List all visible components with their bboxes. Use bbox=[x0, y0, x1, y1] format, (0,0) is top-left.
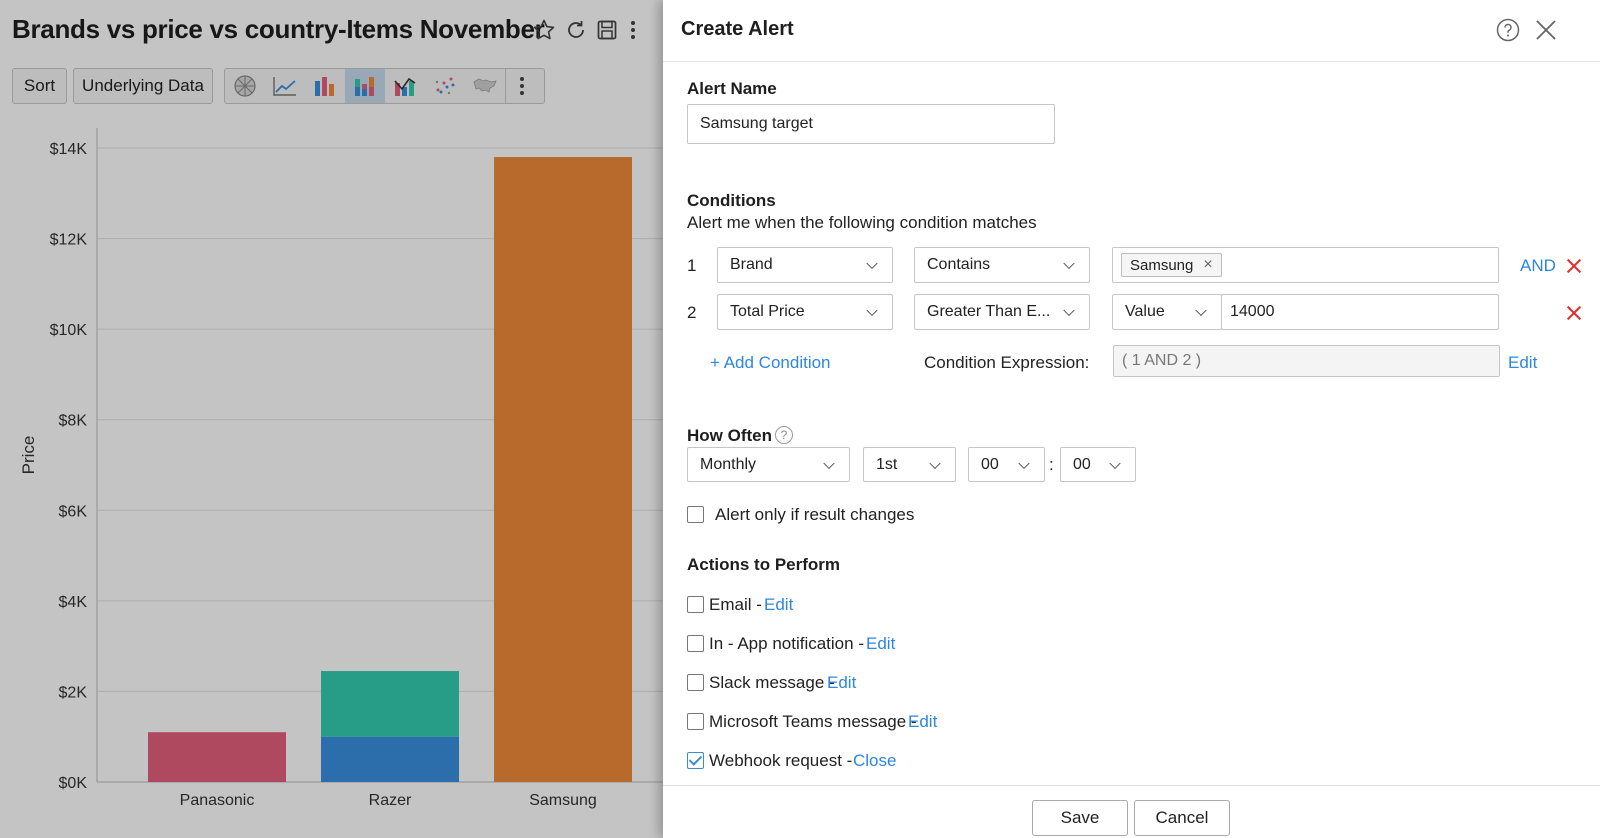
email-edit-link[interactable]: Edit bbox=[764, 595, 793, 615]
remove-condition-icon[interactable] bbox=[1566, 305, 1582, 321]
report-area: Brands vs price vs country-Items Novembe… bbox=[0, 0, 663, 838]
frequency-value: Monthly bbox=[700, 455, 757, 473]
panel-title: Create Alert bbox=[681, 18, 794, 40]
create-alert-panel: Create Alert Alert Name Samsung target C… bbox=[663, 0, 1600, 838]
inapp-action-label: In - App notification - bbox=[709, 634, 864, 653]
condition-operator-value: Contains bbox=[927, 256, 991, 273]
actions-label: Actions to Perform bbox=[687, 555, 841, 574]
condition-expression-input: ( 1 AND 2 ) bbox=[1113, 345, 1500, 377]
condition-value: 14000 bbox=[1230, 303, 1275, 320]
and-connector-link[interactable]: AND bbox=[1520, 256, 1556, 276]
email-action-checkbox[interactable] bbox=[687, 596, 704, 613]
teams-action-checkbox[interactable] bbox=[687, 713, 704, 730]
condition-field-value: Brand bbox=[730, 256, 773, 273]
hour-select[interactable]: 00 bbox=[968, 447, 1045, 482]
panel-header: Create Alert bbox=[663, 0, 1600, 62]
day-value: 1st bbox=[876, 455, 898, 473]
alert-name-label: Alert Name bbox=[687, 79, 777, 98]
panel-footer: Save Cancel bbox=[663, 785, 1600, 838]
alert-name-value: Samsung target bbox=[700, 115, 813, 132]
webhook-action-checkbox[interactable] bbox=[687, 752, 704, 769]
close-icon[interactable] bbox=[1533, 17, 1559, 43]
save-button[interactable]: Save bbox=[1032, 800, 1128, 836]
condition-value-input[interactable]: 14000 bbox=[1221, 294, 1499, 330]
result-changes-label: Alert only if result changes bbox=[715, 505, 915, 524]
condition-expression-value: ( 1 AND 2 ) bbox=[1122, 352, 1202, 369]
slack-edit-link[interactable]: Edit bbox=[827, 673, 856, 693]
condition-operator-value: Greater Than E... bbox=[927, 303, 1051, 320]
teams-edit-link[interactable]: Edit bbox=[908, 712, 937, 732]
condition-operator-select[interactable]: Greater Than E... bbox=[914, 294, 1090, 330]
condition-expression-label: Condition Expression: bbox=[924, 353, 1090, 372]
day-select[interactable]: 1st bbox=[863, 447, 956, 482]
inapp-edit-link[interactable]: Edit bbox=[866, 634, 895, 654]
result-changes-checkbox[interactable] bbox=[687, 506, 704, 523]
help-icon[interactable] bbox=[1495, 17, 1521, 43]
time-separator: : bbox=[1049, 455, 1054, 474]
slack-action-checkbox[interactable] bbox=[687, 674, 704, 691]
value-type-select[interactable]: Value bbox=[1112, 294, 1222, 330]
chip-remove-icon[interactable]: × bbox=[1203, 257, 1212, 273]
frequency-select[interactable]: Monthly bbox=[687, 447, 850, 482]
webhook-action-label: Webhook request - bbox=[709, 751, 853, 770]
remove-condition-icon[interactable] bbox=[1566, 258, 1582, 274]
how-often-help-icon[interactable]: ? bbox=[775, 426, 793, 444]
minute-select[interactable]: 00 bbox=[1060, 447, 1136, 482]
condition-field-value: Total Price bbox=[730, 303, 805, 320]
how-often-label: How Often bbox=[687, 426, 772, 445]
condition-field-select[interactable]: Brand bbox=[717, 247, 893, 283]
alert-name-input[interactable]: Samsung target bbox=[687, 104, 1055, 144]
teams-action-label: Microsoft Teams message - bbox=[709, 712, 917, 731]
condition-number: 1 bbox=[687, 256, 697, 275]
inapp-action-checkbox[interactable] bbox=[687, 635, 704, 652]
condition-number: 2 bbox=[687, 303, 697, 322]
condition-field-select[interactable]: Total Price bbox=[717, 294, 893, 330]
email-action-label: Email - bbox=[709, 595, 762, 614]
edit-expression-link[interactable]: Edit bbox=[1508, 353, 1537, 373]
value-chip-label: Samsung bbox=[1130, 256, 1194, 274]
value-type-value: Value bbox=[1125, 303, 1165, 320]
condition-value-input[interactable]: Samsung × bbox=[1112, 247, 1499, 283]
webhook-close-link[interactable]: Close bbox=[853, 751, 896, 771]
cancel-button[interactable]: Cancel bbox=[1134, 800, 1230, 836]
add-condition-link[interactable]: + Add Condition bbox=[710, 353, 831, 373]
condition-operator-select[interactable]: Contains bbox=[914, 247, 1090, 283]
hour-value: 00 bbox=[981, 455, 999, 473]
conditions-label: Conditions bbox=[687, 191, 776, 210]
value-chip: Samsung × bbox=[1121, 253, 1222, 277]
minute-value: 00 bbox=[1073, 455, 1091, 473]
slack-action-label: Slack message - bbox=[709, 673, 835, 692]
modal-overlay[interactable] bbox=[0, 0, 663, 838]
conditions-hint: Alert me when the following condition ma… bbox=[687, 213, 1037, 232]
